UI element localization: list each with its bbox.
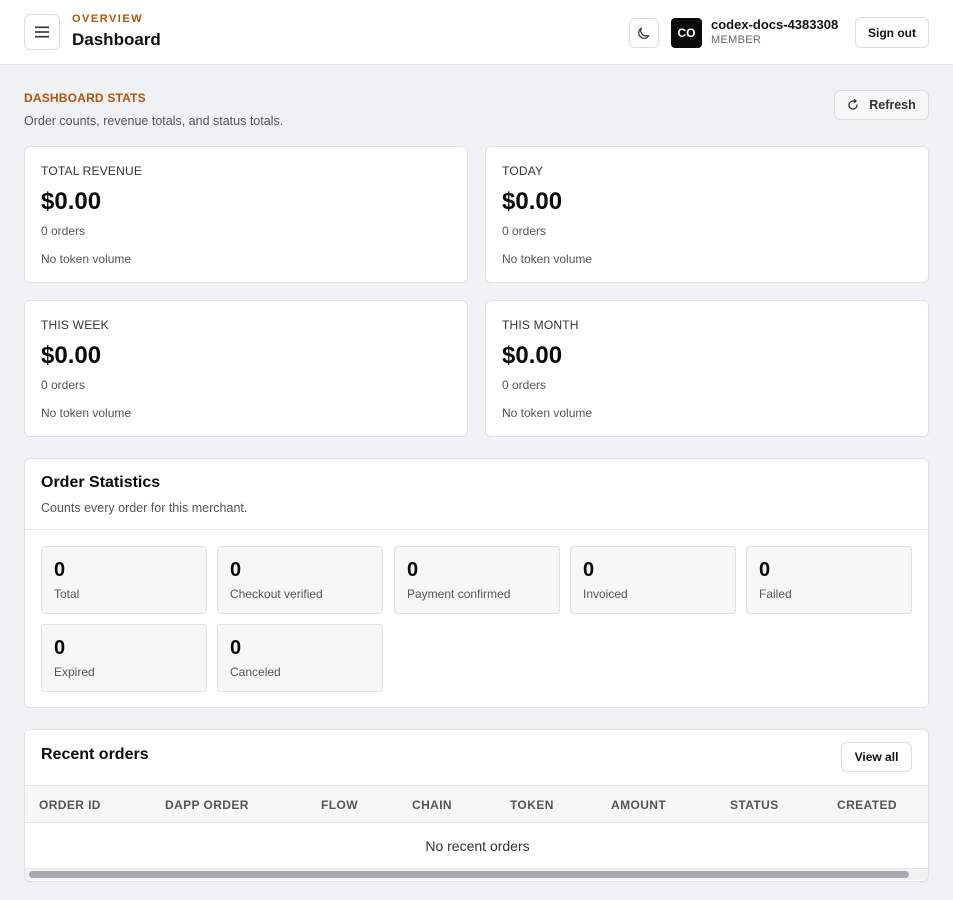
count-tile-total: 0 Total	[41, 546, 207, 614]
moon-icon	[638, 27, 650, 39]
user-name: codex-docs-4383308	[711, 17, 839, 32]
stat-label: TODAY	[502, 164, 544, 178]
refresh-icon	[848, 99, 858, 110]
menu-button[interactable]	[24, 14, 60, 50]
column-header-status[interactable]: STATUS	[730, 798, 779, 812]
count-value: 0	[583, 559, 595, 581]
count-value: 0	[54, 637, 66, 659]
count-label: Expired	[54, 665, 95, 679]
count-value: 0	[759, 559, 771, 581]
order-statistics-description: Counts every order for this merchant.	[41, 501, 248, 515]
stat-card-this-week: THIS WEEK $0.00 0 orders No token volume	[24, 300, 468, 437]
order-statistics-panel: Order Statistics Counts every order for …	[24, 458, 929, 708]
scrollbar-thumb[interactable]	[29, 871, 909, 878]
recent-orders-title: Recent orders	[41, 746, 149, 763]
column-header-created[interactable]: CREATED	[837, 798, 897, 812]
theme-toggle-button[interactable]	[629, 18, 659, 48]
count-tile-expired: 0 Expired	[41, 624, 207, 692]
stat-orders: 0 orders	[502, 224, 547, 238]
stat-value: $0.00	[41, 342, 102, 369]
column-header-flow[interactable]: FLOW	[321, 798, 358, 812]
column-header-amount[interactable]: AMOUNT	[611, 798, 666, 812]
stats-eyebrow: DASHBOARD STATS	[24, 91, 146, 105]
stat-orders: 0 orders	[502, 378, 547, 392]
empty-state-text: No recent orders	[425, 838, 530, 854]
stat-label: THIS WEEK	[41, 318, 109, 332]
stat-card-this-month: THIS MONTH $0.00 0 orders No token volum…	[485, 300, 929, 437]
count-value: 0	[230, 637, 242, 659]
page-title: Dashboard	[72, 30, 161, 49]
stat-value: $0.00	[41, 188, 102, 215]
count-tile-failed: 0 Failed	[746, 546, 912, 614]
count-label: Payment confirmed	[407, 587, 511, 601]
count-label: Failed	[759, 587, 792, 601]
horizontal-scrollbar[interactable]	[25, 868, 928, 880]
stat-orders: 0 orders	[41, 224, 86, 238]
stat-volume: No token volume	[502, 252, 593, 266]
menu-icon	[35, 26, 49, 38]
stat-card-total-revenue: TOTAL REVENUE $0.00 0 orders No token vo…	[24, 146, 468, 283]
panel-divider	[25, 529, 928, 530]
stat-label: TOTAL REVENUE	[41, 164, 143, 178]
column-header-chain[interactable]: CHAIN	[412, 798, 452, 812]
count-tile-canceled: 0 Canceled	[217, 624, 383, 692]
count-value: 0	[54, 559, 66, 581]
avatar[interactable]: CO	[671, 18, 702, 48]
header-eyebrow: OVERVIEW	[72, 13, 144, 25]
column-header-dapp-order[interactable]: DAPP ORDER	[165, 798, 249, 812]
top-header: OVERVIEW Dashboard CO codex-docs-4383308…	[0, 0, 953, 65]
stat-label: THIS MONTH	[502, 318, 579, 332]
count-label: Canceled	[230, 665, 281, 679]
column-header-token[interactable]: TOKEN	[510, 798, 554, 812]
sign-out-button[interactable]: Sign out	[855, 17, 929, 48]
user-role: MEMBER	[711, 34, 762, 46]
stat-card-today: TODAY $0.00 0 orders No token volume	[485, 146, 929, 283]
column-header-order-id[interactable]: ORDER ID	[39, 798, 101, 812]
refresh-button[interactable]: Refresh	[834, 90, 929, 120]
stat-volume: No token volume	[41, 406, 132, 420]
order-statistics-title: Order Statistics	[41, 474, 161, 491]
count-value: 0	[407, 559, 419, 581]
refresh-label: Refresh	[869, 98, 916, 112]
count-label: Checkout verified	[230, 587, 323, 601]
count-label: Invoiced	[583, 587, 628, 601]
stats-description: Order counts, revenue totals, and status…	[24, 114, 284, 128]
count-label: Total	[54, 587, 80, 601]
count-tile-payment-confirmed: 0 Payment confirmed	[394, 546, 560, 614]
stat-volume: No token volume	[502, 406, 593, 420]
view-all-button[interactable]: View all	[841, 742, 912, 772]
stat-value: $0.00	[502, 342, 563, 369]
count-tile-invoiced: 0 Invoiced	[570, 546, 736, 614]
stat-orders: 0 orders	[41, 378, 86, 392]
stat-value: $0.00	[502, 188, 563, 215]
count-tile-checkout-verified: 0 Checkout verified	[217, 546, 383, 614]
stat-volume: No token volume	[41, 252, 132, 266]
table-header: ORDER ID DAPP ORDER FLOW CHAIN TOKEN AMO…	[25, 785, 928, 823]
count-value: 0	[230, 559, 242, 581]
recent-orders-panel: Recent orders View all ORDER ID DAPP ORD…	[24, 729, 929, 882]
